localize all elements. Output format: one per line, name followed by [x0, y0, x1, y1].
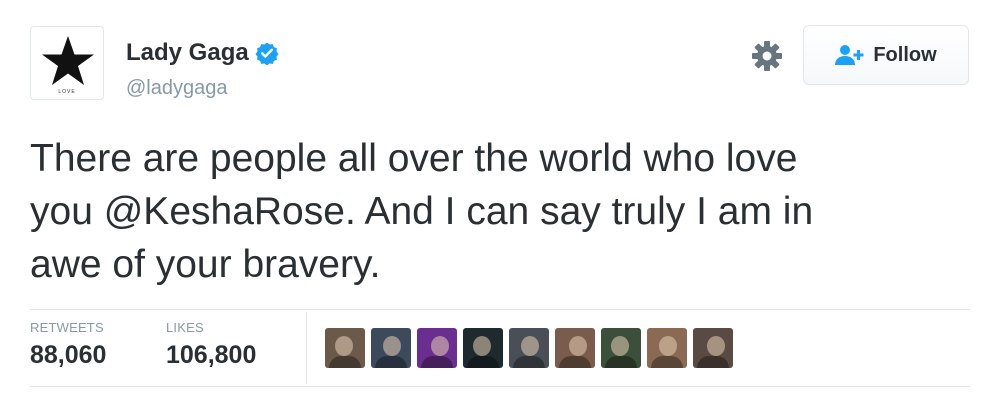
liker-photo-shape [421, 356, 453, 368]
liker-photo-shape [375, 356, 407, 368]
liker-avatar-6[interactable] [555, 328, 595, 368]
stats-divider-top [30, 309, 970, 310]
stats-separator [306, 312, 307, 384]
liker-photo-shape [605, 356, 637, 368]
liker-photo-shape [431, 336, 449, 356]
name-row: Lady Gaga [126, 37, 279, 69]
liker-avatar-7[interactable] [601, 328, 641, 368]
verified-badge-icon [255, 42, 279, 65]
likes-stat[interactable]: LIKES 106,800 [166, 320, 256, 370]
liker-avatar-9[interactable] [693, 328, 733, 368]
display-name[interactable]: Lady Gaga [126, 39, 249, 67]
tweet-text-prefix: you [30, 190, 104, 233]
liker-avatars [325, 328, 733, 368]
tweet-text-line3: awe of your bravery. [30, 243, 381, 286]
liker-avatar-1[interactable] [325, 328, 365, 368]
retweets-stat[interactable]: RETWEETS 88,060 [30, 320, 106, 370]
stats-divider-bottom [30, 386, 970, 387]
liker-avatar-3[interactable] [417, 328, 457, 368]
liker-photo-shape [521, 336, 539, 356]
liker-photo-shape [513, 356, 545, 368]
liker-avatar-2[interactable] [371, 328, 411, 368]
retweets-count: 88,060 [30, 341, 107, 369]
tweet-text-line1: There are people all over the world who … [30, 137, 798, 180]
liker-photo-shape [329, 356, 361, 368]
liker-avatar-4[interactable] [463, 328, 503, 368]
avatar-caption: LOVE [58, 89, 76, 95]
tweet-card: LOVE Lady Gaga @ladygaga Follow There ar… [0, 0, 1000, 400]
liker-photo-shape [335, 336, 353, 356]
liker-photo-shape [383, 336, 401, 356]
black-star-icon [42, 36, 94, 85]
liker-photo-shape [651, 356, 683, 368]
user-avatar[interactable]: LOVE [30, 26, 104, 100]
liker-photo-shape [473, 336, 491, 356]
liker-photo-shape [559, 356, 591, 368]
liker-photo-shape [697, 356, 729, 368]
liker-photo-shape [707, 336, 725, 356]
follow-button[interactable]: Follow [803, 25, 969, 85]
user-handle[interactable]: @ladygaga [126, 77, 227, 100]
liker-photo-shape [569, 336, 587, 356]
tweet-text-suffix: . And I can say truly I am in [344, 190, 814, 233]
follow-button-label: Follow [873, 43, 937, 66]
likes-count: 106,800 [166, 341, 257, 369]
tweet-text: There are people all over the world who … [30, 132, 950, 291]
retweets-label: RETWEETS [30, 320, 104, 335]
mention-link[interactable]: @KeshaRose [104, 190, 345, 233]
liker-photo-shape [467, 356, 499, 368]
liker-photo-shape [659, 336, 677, 356]
add-user-icon [835, 45, 864, 65]
likes-label: LIKES [166, 320, 204, 335]
liker-photo-shape [611, 336, 629, 356]
liker-avatar-8[interactable] [647, 328, 687, 368]
gear-icon[interactable] [751, 40, 783, 72]
liker-avatar-5[interactable] [509, 328, 549, 368]
